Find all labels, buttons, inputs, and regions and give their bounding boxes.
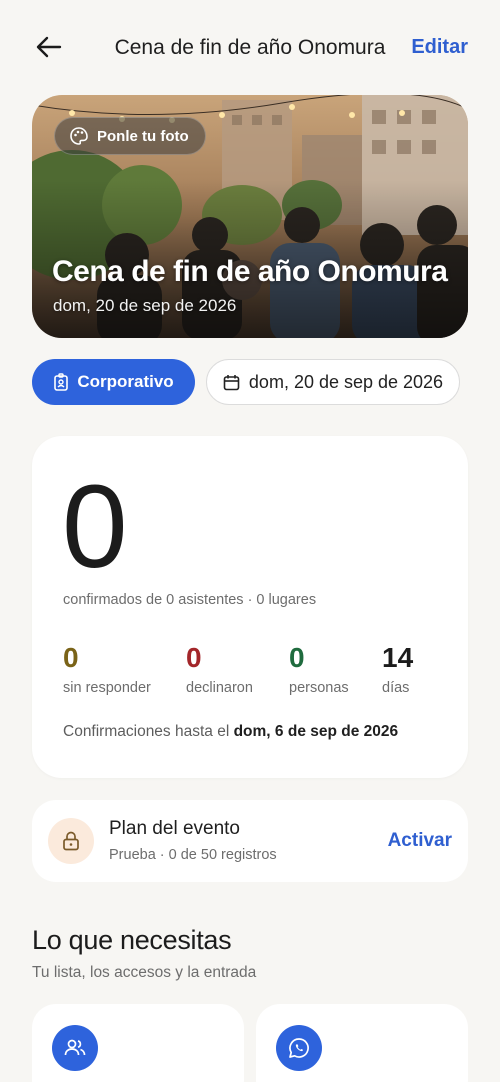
event-plan-card: Plan del evento Prueba · 0 de 50 registr… <box>32 800 468 882</box>
whatsapp-icon <box>289 1038 309 1058</box>
plan-subtitle: Prueba · 0 de 50 registros <box>109 847 277 863</box>
event-cover: Ponle tu foto Cena de fin de año Onomura… <box>32 95 468 338</box>
rsvp-stats-card: 0 confirmados de 0 asistentes · 0 lugare… <box>32 436 468 778</box>
calendar-icon <box>223 374 240 390</box>
guest-list-tile[interactable] <box>32 1004 244 1082</box>
deadline-prefix: Confirmaciones hasta el <box>63 723 234 740</box>
deadline-date: dom, 6 de sep de 2026 <box>233 723 399 740</box>
whatsapp-tile[interactable] <box>256 1004 468 1082</box>
section-subtitle: Tu lista, los accesos y la entrada <box>32 964 257 981</box>
stat-pending: 0 sin responder <box>63 642 151 697</box>
stat-days-label: días <box>382 680 410 696</box>
event-type-label: Corporativo <box>77 372 174 391</box>
badge-icon <box>54 373 69 391</box>
stat-days: 14 días <box>382 642 414 697</box>
confirmed-summary: confirmados de 0 asistentes · 0 lugares <box>63 592 317 608</box>
event-date-label: dom, 20 de sep de 2026 <box>248 371 444 392</box>
stat-people-value: 0 <box>289 642 305 673</box>
lock-icon <box>63 831 79 851</box>
stat-declined: 0 declinaron <box>186 642 253 697</box>
whatsapp-icon-badge <box>276 1025 322 1071</box>
stat-people-label: personas <box>289 680 349 696</box>
guest-list-icon-badge <box>52 1025 98 1071</box>
edit-button[interactable]: Editar <box>411 36 468 59</box>
activate-plan-button[interactable]: Activar <box>388 830 452 852</box>
top-bar: Cena de fin de año Onomura Editar <box>0 0 500 96</box>
add-photo-button[interactable]: Ponle tu foto <box>54 117 206 155</box>
palette-icon <box>70 127 88 145</box>
section-title: Lo que necesitas <box>32 925 232 955</box>
hero-date: dom, 20 de sep de 2026 <box>53 296 237 315</box>
stat-pending-label: sin responder <box>63 680 151 696</box>
users-icon <box>64 1039 86 1056</box>
rsvp-deadline: Confirmaciones hasta el dom, 6 de sep de… <box>63 723 398 741</box>
hero-title: Cena de fin de año Onomura <box>52 255 448 288</box>
stat-days-value: 14 <box>382 642 414 673</box>
add-photo-label: Ponle tu foto <box>97 127 189 145</box>
confirmed-count: 0 <box>62 461 128 593</box>
stat-people: 0 personas <box>289 642 349 697</box>
event-date-chip[interactable]: dom, 20 de sep de 2026 <box>206 359 460 405</box>
plan-title: Plan del evento <box>109 818 240 839</box>
stat-declined-label: declinaron <box>186 680 253 696</box>
lock-badge <box>48 818 94 864</box>
stat-declined-value: 0 <box>186 642 202 673</box>
stat-pending-value: 0 <box>63 642 79 673</box>
event-type-chip[interactable]: Corporativo <box>32 359 195 405</box>
